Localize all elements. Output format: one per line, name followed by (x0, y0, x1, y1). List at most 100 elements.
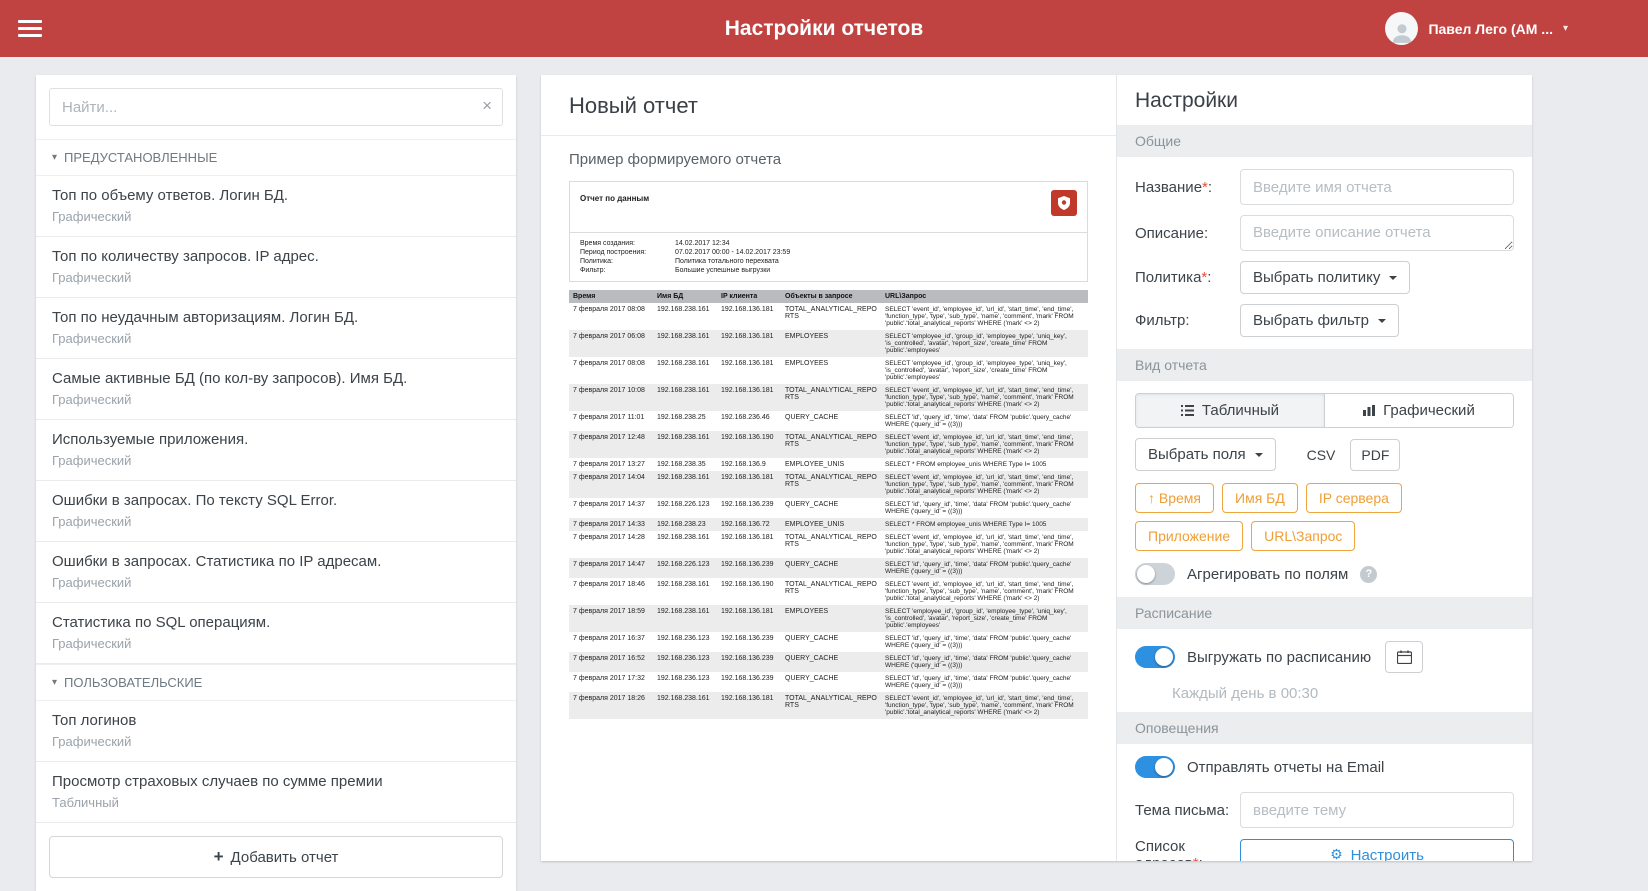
report-list-item[interactable]: Используемые приложения. Графический (36, 420, 516, 481)
field-chip[interactable]: IP сервера (1305, 483, 1402, 513)
select-fields-button[interactable]: Выбрать поля (1135, 438, 1276, 471)
col-db: Имя БД (653, 290, 717, 303)
cell-objects: TOTAL_ANALYTICAL_REPORTS (785, 306, 877, 320)
user-menu[interactable]: Павел Лего (АМ ... ▾ (1385, 12, 1568, 45)
cell-client-ip: 192.168.136.181 (721, 534, 774, 541)
report-item-type: Графический (52, 392, 132, 407)
section-custom[interactable]: ▾ ПОЛЬЗОВАТЕЛЬСКИЕ (36, 664, 516, 701)
report-item-title: Топ логинов (52, 712, 137, 729)
cell-objects: EMPLOYEES (781, 605, 881, 632)
cell-db: 192.168.236.123 (657, 635, 710, 642)
settings-title: Настройки (1135, 89, 1238, 112)
cell-query: SELECT 'event_id', 'employee_id', 'url_i… (885, 534, 1074, 555)
report-item-type: Графический (52, 734, 132, 749)
cell-client-ip: 192.168.136.181 (717, 330, 781, 357)
cell-db: 192.168.238.161 (653, 431, 717, 458)
report-list-panel: × ▾ ПРЕДУСТАНОВЛЕННЫЕ Топ по объему отве… (36, 75, 516, 891)
cell-time: 7 февраля 2017 12:48 (569, 431, 653, 458)
schedule-row: Выгружать по расписанию (1135, 641, 1514, 673)
caret-down-icon (1254, 452, 1263, 457)
report-list-item[interactable]: Ошибки в запросах. По тексту SQL Error. … (36, 481, 516, 542)
filter-row: Фильтр: Выбрать фильтр (1135, 304, 1514, 337)
report-table-row: 7 февраля 2017 14:04 192.168.238.161 192… (569, 471, 1088, 498)
aggregate-row: Агрегировать по полям ? (1135, 563, 1514, 585)
calendar-button[interactable] (1385, 641, 1424, 673)
hamburger-menu-icon[interactable] (18, 16, 42, 41)
report-name-input[interactable] (1240, 169, 1514, 205)
cell-objects: QUERY_CACHE (785, 675, 839, 682)
aggregate-toggle[interactable] (1135, 563, 1175, 585)
field-chip[interactable]: URL\Запрос (1251, 521, 1356, 551)
cell-db: 192.168.226.123 (653, 558, 717, 578)
field-chip[interactable]: Приложение (1135, 521, 1244, 551)
name-row: Название*: (1135, 169, 1514, 205)
select-filter-button[interactable]: Выбрать фильтр (1240, 304, 1399, 337)
format-csv-button[interactable]: CSV (1295, 438, 1347, 471)
search-input[interactable] (49, 88, 503, 126)
report-list-item[interactable]: Просмотр страховых случаев по сумме прем… (36, 762, 516, 823)
cell-db: 192.168.238.161 (653, 384, 717, 411)
cell-client-ip: 192.168.136.239 (721, 675, 774, 682)
email-subject-input[interactable] (1240, 792, 1514, 828)
report-item-title: Самые активные БД (по кол-ву запросов). … (52, 370, 408, 387)
report-list-item[interactable]: Самые активные БД (по кол-ву запросов). … (36, 359, 516, 420)
report-table-row: 7 февраля 2017 14:33 192.168.238.23 192.… (569, 518, 1088, 531)
report-item-type: Графический (52, 209, 132, 224)
cell-query: SELECT 'event_id', 'employee_id', 'url_i… (881, 692, 1088, 719)
cell-client-ip: 192.168.136.239 (721, 501, 774, 508)
schedule-time-text: Каждый день в 00:30 (1172, 685, 1319, 702)
section-preset[interactable]: ▾ ПРЕДУСТАНОВЛЕННЫЕ (36, 139, 516, 176)
tab-graphic[interactable]: Графический (1324, 394, 1513, 427)
cell-query: SELECT 'id', 'query_id', 'time', 'data' … (881, 652, 1088, 672)
section-label: ПРЕДУСТАНОВЛЕННЫЕ (64, 150, 218, 165)
cell-client-ip: 192.168.136.239 (717, 558, 781, 578)
report-item-title: Используемые приложения. (52, 431, 249, 448)
report-table-row: 7 февраля 2017 17:32 192.168.236.123 192… (569, 672, 1088, 692)
report-list-item[interactable]: Топ логинов Графический (36, 701, 516, 762)
schedule-toggle[interactable] (1135, 646, 1175, 668)
description-label: Описание: (1135, 224, 1209, 242)
cell-query: SELECT 'id', 'query_id', 'time', 'data' … (885, 414, 1072, 428)
schedule-label: Выгружать по расписанию (1187, 648, 1372, 666)
cell-objects: EMPLOYEE_UNIS (785, 461, 845, 468)
cell-objects: QUERY_CACHE (785, 501, 839, 508)
help-icon[interactable]: ? (1360, 565, 1378, 583)
field-chip[interactable]: ↑ Время (1135, 483, 1215, 513)
cell-query: SELECT 'event_id', 'employee_id', 'url_i… (881, 431, 1088, 458)
meta-label: Время создания: (580, 240, 635, 247)
format-pdf-button[interactable]: PDF (1350, 438, 1401, 471)
configure-recipients-button[interactable]: ⚙ Настроить (1240, 838, 1514, 861)
report-table-header: Время Имя БД IP клиента Объекты в запрос… (569, 290, 1088, 303)
report-description-input[interactable] (1240, 215, 1514, 251)
clear-search-icon[interactable]: × (482, 96, 492, 116)
fields-format-row: Выбрать поля CSV PDF (1135, 438, 1514, 471)
cell-objects: EMPLOYEE_UNIS (781, 518, 881, 531)
cell-query: SELECT * FROM employee_unis WHERE Type I… (885, 461, 1047, 468)
report-item-title: Топ по количеству запросов. IP адрес. (52, 248, 319, 265)
section-notifications: Оповещения (1117, 712, 1532, 744)
content-area: × ▾ ПРЕДУСТАНОВЛЕННЫЕ Топ по объему отве… (0, 57, 1648, 891)
cell-objects: EMPLOYEES (785, 360, 829, 367)
report-list-item[interactable]: Статистика по SQL операциям. Графический (36, 603, 516, 664)
report-list-item[interactable]: Топ по количеству запросов. IP адрес. Гр… (36, 237, 516, 298)
report-list-item[interactable]: Топ по объему ответов. Логин БД. Графиче… (36, 176, 516, 237)
main-card: Новый отчет Пример формируемого отчета О… (541, 75, 1532, 861)
tab-tabular[interactable]: Табличный (1136, 394, 1324, 427)
cell-time: 7 февраля 2017 10:08 (569, 384, 653, 411)
field-chip[interactable]: Имя БД (1222, 483, 1298, 513)
report-item-title: Просмотр страховых случаев по сумме прем… (52, 773, 383, 790)
cell-query: SELECT 'id', 'query_id', 'time', 'data' … (885, 501, 1072, 515)
add-report-button[interactable]: + Добавить отчет (49, 836, 503, 878)
report-list-item[interactable]: Топ по неудачным авторизациям. Логин БД.… (36, 298, 516, 359)
cell-client-ip: 192.168.136.239 (717, 652, 781, 672)
meta-value: Большие успешные выгрузки (675, 267, 771, 274)
field-chips: ↑ Время Имя БД IP сервера Приложение URL\Зап… (1135, 483, 1514, 551)
cell-db: 192.168.238.161 (657, 360, 710, 367)
preset-list: Топ по объему ответов. Логин БД. Графиче… (36, 176, 516, 664)
email-toggle[interactable] (1135, 756, 1175, 778)
select-policy-button[interactable]: Выбрать политику (1240, 261, 1411, 294)
report-table-row: 7 февраля 2017 18:46 192.168.238.161 192… (569, 578, 1088, 605)
list-icon (1180, 405, 1194, 416)
name-label: Название*: (1135, 178, 1213, 196)
report-list-item[interactable]: Ошибки в запросах. Статистика по IP адре… (36, 542, 516, 603)
